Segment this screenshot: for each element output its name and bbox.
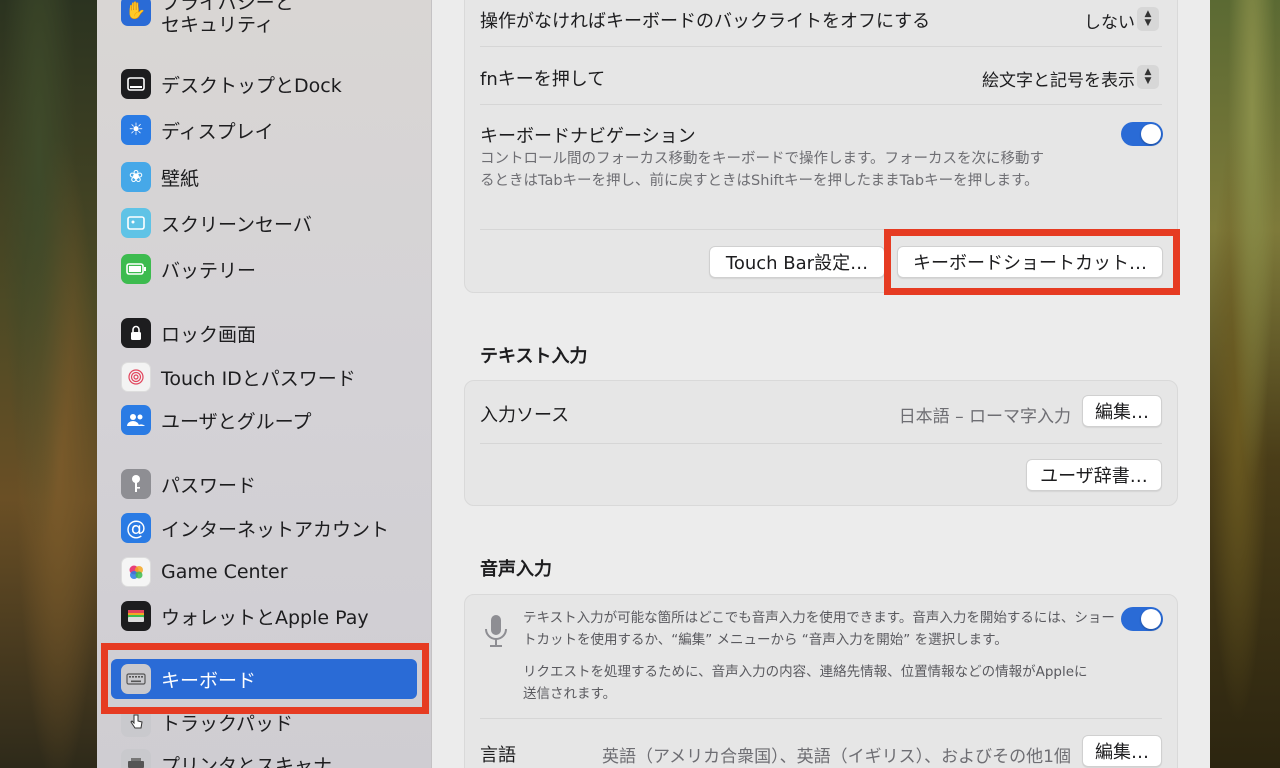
keyboard-navigation-description: コントロール間のフォーカス移動をキーボードで操作します。フォーカスを次に移動する… [480, 151, 1045, 189]
sun-icon: ☀ [121, 115, 151, 145]
dictation-description: テキスト入力が可能な箇所はどこでも音声入力を使用できます。音声入力を開始するには… [523, 610, 1115, 648]
hand-icon: ✋ [121, 0, 151, 26]
touch-bar-settings-button[interactable]: Touch Bar設定… [709, 246, 885, 278]
main-pane: 操作がなければキーボードのバックライトをオフにする しない ▲ ▼ fnキーを押し… [432, 0, 1210, 768]
dictation-title: 音声入力 [480, 559, 552, 580]
highlight-box-keyboard [101, 643, 429, 714]
input-source-edit-button[interactable]: 編集… [1082, 395, 1162, 427]
sidebar-item-label: Game Center [161, 561, 288, 583]
sidebar-item-wallpaper[interactable]: ❀ 壁紙 [111, 157, 417, 197]
separator [480, 46, 1162, 47]
flower-icon: ❀ [121, 162, 151, 192]
separator [480, 443, 1162, 444]
dictation-toggle[interactable] [1121, 607, 1163, 631]
sidebar-item-label: デスクトップとDock [161, 74, 342, 97]
sidebar-item-wallet[interactable]: ウォレットとApple Pay [111, 596, 417, 636]
input-source-label: 入力ソース [480, 405, 570, 426]
dictation-language-label: 言語 [480, 745, 516, 766]
sidebar-item-label: ユーザとグループ [161, 410, 312, 433]
wallpaper-left [0, 0, 97, 768]
sidebar: ✋ プライバシーと セキュリティ デスクトップとDock ☀ ディスプレイ ❀ … [97, 0, 432, 768]
sidebar-item-label: パスワード [161, 474, 257, 497]
fingerprint-icon [121, 362, 151, 392]
sidebar-item-printers[interactable]: プリンタとスキャナ [111, 744, 417, 768]
sidebar-item-label: バッテリー [161, 259, 257, 282]
sidebar-item-label: ディスプレイ [161, 120, 274, 143]
screensaver-icon [121, 208, 151, 238]
dictation-privacy-note: リクエストを処理するために、音声入力の内容、連絡先情報、位置情報などの情報がAp… [523, 664, 1088, 702]
printer-icon [121, 749, 151, 768]
sidebar-item-display[interactable]: ☀ ディスプレイ [111, 110, 417, 150]
sidebar-item-label: スクリーンセーバ [161, 213, 312, 236]
sidebar-item-passwords[interactable]: パスワード [111, 464, 417, 504]
text-input-title: テキスト入力 [480, 346, 588, 367]
at-icon: @ [121, 513, 151, 543]
wallet-icon [121, 601, 151, 631]
sidebar-item-desktop-dock[interactable]: デスクトップとDock [111, 64, 417, 104]
sidebar-item-label: ウォレットとApple Pay [161, 606, 369, 629]
microphone-icon [483, 613, 509, 653]
sidebar-item-privacy[interactable]: ✋ プライバシーと セキュリティ [111, 0, 417, 40]
highlight-box-shortcuts [884, 229, 1180, 295]
key-icon [121, 469, 151, 499]
sidebar-item-internet-accounts[interactable]: @ インターネットアカウント [111, 508, 417, 548]
input-source-value: 日本語 – ローマ字入力 [898, 407, 1071, 427]
sidebar-item-lock-screen[interactable]: ロック画面 [111, 313, 417, 353]
sidebar-item-label: プライバシーと セキュリティ [161, 0, 294, 36]
fn-key-value[interactable]: 絵文字と記号を表示 [982, 66, 1135, 91]
text-input-card: 入力ソース 日本語 – ローマ字入力 編集… ユーザ辞書… [464, 380, 1178, 506]
sidebar-item-label: ロック画面 [161, 323, 257, 346]
keyboard-navigation-toggle[interactable] [1121, 122, 1163, 146]
sidebar-item-battery[interactable]: バッテリー [111, 249, 417, 289]
separator [480, 718, 1162, 719]
dictation-language-edit-button[interactable]: 編集… [1082, 735, 1162, 767]
lock-icon [121, 318, 151, 348]
sidebar-item-label: プリンタとスキャナ [161, 754, 333, 768]
users-icon [121, 405, 151, 435]
sidebar-item-label: インターネットアカウント [161, 518, 390, 541]
sidebar-item-game-center[interactable]: Game Center [111, 552, 417, 592]
wallpaper-right [1210, 0, 1280, 768]
dictation-language-value: 英語（アメリカ合衆国）、英語（イギリス）、およびその他1個 [602, 747, 1071, 767]
separator [480, 104, 1162, 105]
fn-key-stepper-icon[interactable]: ▲ ▼ [1137, 65, 1159, 89]
dock-icon [121, 69, 151, 99]
sidebar-item-touch-id[interactable]: Touch IDとパスワード [111, 357, 417, 397]
dictation-card: テキスト入力が可能な箇所はどこでも音声入力を使用できます。音声入力を開始するには… [464, 594, 1178, 768]
battery-icon [121, 254, 151, 284]
sidebar-item-label: Touch IDとパスワード [161, 367, 356, 390]
backlight-stepper-icon[interactable]: ▲ ▼ [1137, 7, 1159, 31]
fn-key-label: fnキーを押して [480, 69, 606, 90]
keyboard-navigation-label: キーボードナビゲーション [480, 126, 696, 147]
user-dictionary-button[interactable]: ユーザ辞書… [1026, 459, 1162, 491]
sidebar-item-label: 壁紙 [161, 167, 200, 190]
sidebar-item-screensaver[interactable]: スクリーンセーバ [111, 203, 417, 243]
sidebar-item-users-groups[interactable]: ユーザとグループ [111, 400, 417, 440]
game-center-icon [121, 557, 151, 587]
backlight-label: 操作がなければキーボードのバックライトをオフにする [480, 11, 931, 32]
backlight-value[interactable]: しない [1084, 8, 1135, 33]
